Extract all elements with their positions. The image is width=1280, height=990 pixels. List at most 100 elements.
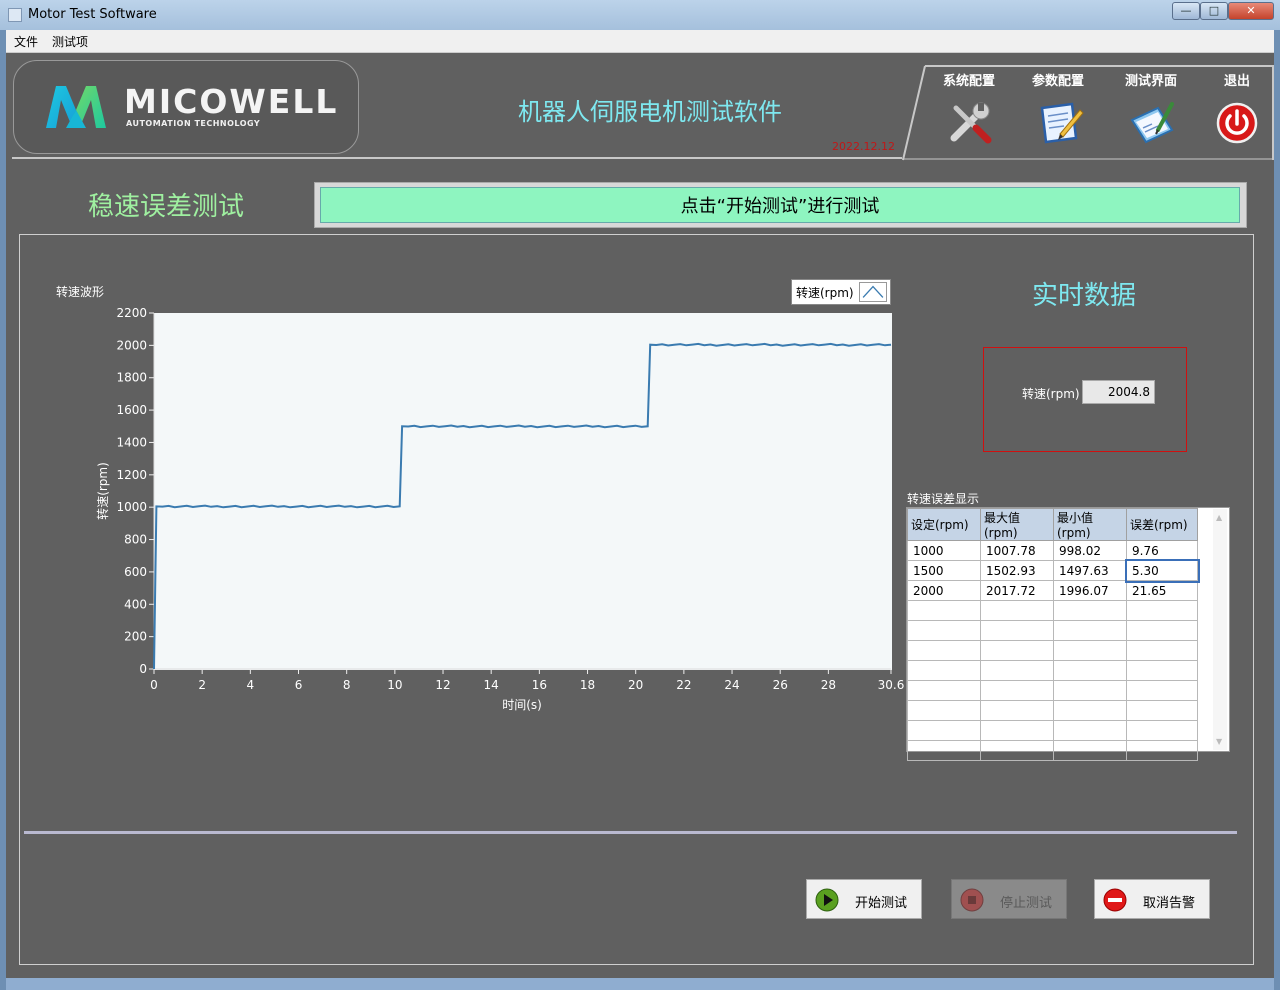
cancel-alarm-label: 取消告警 bbox=[1143, 896, 1196, 911]
table-cell[interactable] bbox=[980, 700, 1054, 721]
nav-label-system-config[interactable]: 系统配置 bbox=[934, 70, 1004, 89]
legend-series-name: 转速(rpm) bbox=[796, 286, 854, 300]
table-cell[interactable]: 5.30 bbox=[1124, 558, 1200, 583]
table-cell[interactable]: 2000 bbox=[907, 580, 981, 601]
tools-icon[interactable] bbox=[948, 100, 994, 146]
table-cell[interactable]: 1497.63 bbox=[1053, 560, 1127, 581]
table-cell[interactable] bbox=[1053, 640, 1127, 661]
column-header[interactable]: 最大值(rpm) bbox=[980, 508, 1054, 541]
table-cell[interactable] bbox=[980, 640, 1054, 661]
bottom-separator bbox=[24, 831, 1237, 834]
maximize-button[interactable]: □ bbox=[1200, 2, 1228, 20]
realtime-speed-value: 2004.8 bbox=[1082, 380, 1155, 404]
table-cell[interactable] bbox=[907, 620, 981, 641]
clipboard-pen-icon[interactable] bbox=[1128, 100, 1174, 146]
column-header[interactable]: 最小值(rpm) bbox=[1053, 508, 1127, 541]
table-cell[interactable] bbox=[980, 600, 1054, 621]
table-cell[interactable] bbox=[1053, 680, 1127, 701]
start-test-label: 开始测试 bbox=[855, 896, 908, 911]
table-cell[interactable]: 1500 bbox=[907, 560, 981, 581]
table-cell[interactable] bbox=[1053, 600, 1127, 621]
table-cell[interactable]: 1000 bbox=[907, 540, 981, 561]
table-cell[interactable]: 9.76 bbox=[1126, 540, 1198, 561]
table-cell[interactable] bbox=[980, 660, 1054, 681]
stop-test-button[interactable]: 停止测试 bbox=[951, 879, 1067, 919]
table-row[interactable]: 2000 2017.72 1996.07 21.65 bbox=[907, 580, 1198, 601]
error-table[interactable]: 设定(rpm) 最大值(rpm) 最小值(rpm) 误差(rpm) 1000 10… bbox=[906, 507, 1230, 761]
table-cell[interactable] bbox=[1126, 700, 1198, 721]
table-row[interactable]: 1000 1007.78 998.02 9.76 bbox=[907, 540, 1198, 561]
table-cell[interactable] bbox=[980, 740, 1054, 761]
table-cell[interactable] bbox=[1053, 720, 1127, 741]
table-scrollbar[interactable]: ▲ ▼ bbox=[1213, 509, 1227, 750]
table-cell[interactable] bbox=[907, 700, 981, 721]
table-cell[interactable] bbox=[1053, 700, 1127, 721]
table-row[interactable] bbox=[907, 660, 1198, 681]
table-cell[interactable] bbox=[980, 680, 1054, 701]
nav-label-param-config[interactable]: 参数配置 bbox=[1023, 70, 1093, 89]
version-date: 2022.12.12 bbox=[832, 140, 895, 153]
column-header[interactable]: 设定(rpm) bbox=[907, 508, 981, 541]
table-row[interactable] bbox=[907, 680, 1198, 701]
table-row[interactable] bbox=[907, 620, 1198, 641]
table-row[interactable] bbox=[907, 740, 1198, 761]
table-cell[interactable] bbox=[1126, 720, 1198, 741]
table-cell[interactable] bbox=[1053, 660, 1127, 681]
table-cell[interactable] bbox=[907, 740, 981, 761]
table-cell[interactable] bbox=[1126, 600, 1198, 621]
micowell-logo-icon bbox=[46, 86, 106, 128]
table-cell[interactable] bbox=[980, 720, 1054, 741]
power-icon[interactable] bbox=[1216, 102, 1258, 144]
scroll-up-icon[interactable]: ▲ bbox=[1216, 513, 1222, 522]
table-row[interactable] bbox=[907, 720, 1198, 741]
column-header[interactable]: 误差(rpm) bbox=[1126, 508, 1198, 541]
error-table-caption: 转速误差显示 bbox=[907, 492, 980, 506]
table-header-row: 设定(rpm) 最大值(rpm) 最小值(rpm) 误差(rpm) bbox=[907, 508, 1198, 541]
table-row[interactable]: 1500 1502.93 1497.63 5.30 bbox=[907, 558, 1200, 583]
nav-label-exit[interactable]: 退出 bbox=[1202, 70, 1272, 89]
table-row[interactable] bbox=[907, 700, 1198, 721]
edit-document-icon[interactable] bbox=[1038, 100, 1084, 146]
table-body: 1000 1007.78 998.02 9.76 1500 1502.93 1497.63 5… bbox=[907, 540, 1200, 761]
table-cell[interactable] bbox=[1126, 660, 1198, 681]
table-row[interactable] bbox=[907, 600, 1198, 621]
play-icon bbox=[815, 888, 839, 912]
table-cell[interactable] bbox=[907, 660, 981, 681]
table-cell[interactable] bbox=[980, 620, 1054, 641]
close-button[interactable]: ✕ bbox=[1228, 2, 1274, 20]
realtime-speed-label: 转速(rpm) bbox=[1022, 387, 1080, 401]
header-divider bbox=[12, 157, 902, 159]
table-row[interactable] bbox=[907, 640, 1198, 661]
app-title: 机器人伺服电机测试软件 bbox=[518, 98, 782, 126]
table-cell[interactable] bbox=[1053, 620, 1127, 641]
table-cell[interactable]: 1996.07 bbox=[1053, 580, 1127, 601]
table-cell[interactable]: 998.02 bbox=[1053, 540, 1127, 561]
table-cell[interactable] bbox=[1126, 740, 1198, 761]
table-cell[interactable] bbox=[1126, 640, 1198, 661]
table-cell[interactable] bbox=[1053, 740, 1127, 761]
menu-file[interactable]: 文件 bbox=[14, 33, 38, 50]
app-icon bbox=[8, 8, 22, 22]
nav-label-test-ui[interactable]: 测试界面 bbox=[1116, 70, 1186, 89]
minimize-button[interactable]: — bbox=[1172, 2, 1200, 20]
cancel-alarm-button[interactable]: 取消告警 bbox=[1094, 879, 1210, 919]
test-name: 稳速误差测试 bbox=[88, 192, 245, 222]
window-title: Motor Test Software bbox=[28, 7, 157, 22]
table-cell[interactable] bbox=[1126, 620, 1198, 641]
scroll-down-icon[interactable]: ▼ bbox=[1216, 737, 1222, 746]
table-cell[interactable]: 2017.72 bbox=[980, 580, 1054, 601]
table-cell[interactable]: 21.65 bbox=[1126, 580, 1198, 601]
table-cell[interactable] bbox=[907, 600, 981, 621]
table-cell[interactable] bbox=[907, 680, 981, 701]
table-cell[interactable]: 1502.93 bbox=[980, 560, 1054, 581]
table-cell[interactable] bbox=[1126, 680, 1198, 701]
window-bottom-border bbox=[6, 978, 1274, 990]
start-test-button[interactable]: 开始测试 bbox=[806, 879, 922, 919]
menu-test-items[interactable]: 测试项 bbox=[52, 33, 88, 50]
brand-subtitle: AUTOMATION TECHNOLOGY bbox=[126, 119, 261, 128]
realtime-title: 实时数据 bbox=[1032, 281, 1137, 311]
table-cell[interactable] bbox=[907, 640, 981, 661]
table-cell[interactable] bbox=[907, 720, 981, 741]
legend-line-icon[interactable] bbox=[859, 282, 887, 302]
table-cell[interactable]: 1007.78 bbox=[980, 540, 1054, 561]
